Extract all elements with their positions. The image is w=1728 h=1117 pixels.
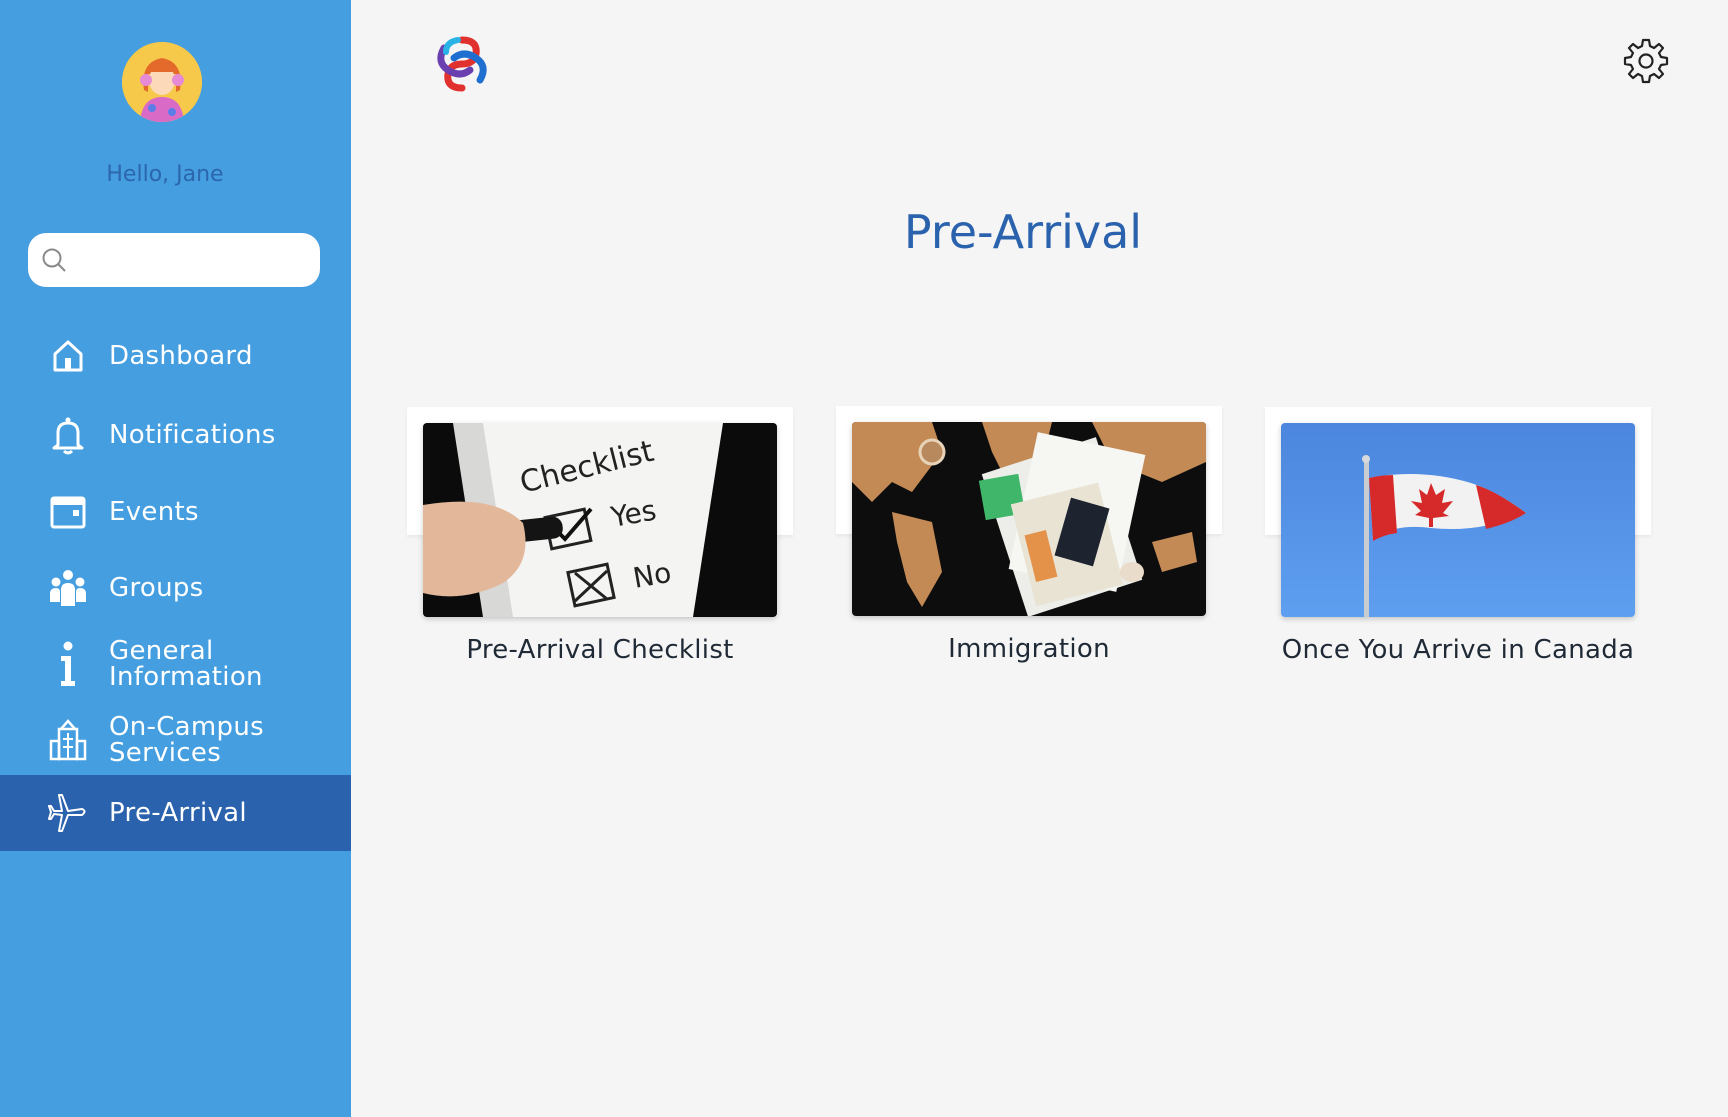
sidebar-item-label: On-Campus Services bbox=[109, 712, 264, 768]
sidebar-item-events[interactable]: Events bbox=[0, 487, 351, 537]
sidebar-item-label: Events bbox=[109, 497, 199, 527]
card-once-you-arrive-in-canada[interactable]: Once You Arrive in Canada bbox=[1265, 407, 1651, 667]
sidebar-item-label: Dashboard bbox=[109, 341, 253, 371]
app-logo[interactable] bbox=[432, 34, 492, 94]
sidebar-item-groups[interactable]: Groups bbox=[0, 563, 351, 613]
passport-map-photo bbox=[852, 422, 1206, 616]
svg-text:No: No bbox=[630, 556, 673, 595]
people-icon bbox=[48, 568, 88, 608]
sidebar-item-label: General Information bbox=[109, 636, 263, 692]
sidebar-item-label: Notifications bbox=[109, 420, 276, 450]
checklist-photo: Checklist Yes No bbox=[423, 423, 777, 617]
sidebar-item-general-information[interactable]: General Information bbox=[0, 634, 351, 694]
card-immigration[interactable]: Immigration bbox=[836, 406, 1222, 667]
avatar[interactable] bbox=[122, 42, 202, 122]
sidebar-item-label: Pre-Arrival bbox=[109, 798, 247, 828]
card-caption: Pre-Arrival Checklist bbox=[466, 635, 734, 665]
search-input[interactable] bbox=[76, 239, 320, 281]
sidebar-item-on-campus-services[interactable]: On-Campus Services bbox=[0, 710, 351, 770]
card-pre-arrival-checklist[interactable]: Checklist Yes No Pre-Arrival Checklist bbox=[407, 407, 793, 667]
sidebar-item-label: Groups bbox=[109, 573, 204, 603]
sidebar-item-pre-arrival[interactable]: Pre-Arrival bbox=[0, 775, 351, 851]
settings-gear-icon[interactable] bbox=[1622, 37, 1670, 85]
calendar-icon bbox=[48, 492, 88, 532]
canada-flag-photo bbox=[1281, 423, 1635, 617]
info-icon bbox=[48, 639, 88, 689]
building-icon bbox=[48, 719, 88, 761]
airplane-icon bbox=[48, 793, 88, 833]
card-caption: Once You Arrive in Canada bbox=[1281, 635, 1635, 665]
home-icon bbox=[48, 336, 88, 376]
card-caption: Immigration bbox=[948, 634, 1110, 664]
page-title: Pre-Arrival bbox=[903, 205, 1143, 259]
greeting: Hello, Jane bbox=[106, 162, 224, 187]
search-icon bbox=[42, 248, 66, 272]
sidebar: Hello, Jane Dashboard Notifications Even… bbox=[0, 0, 351, 1117]
bell-icon bbox=[48, 415, 88, 455]
search-box[interactable] bbox=[28, 233, 320, 287]
sidebar-item-notifications[interactable]: Notifications bbox=[0, 410, 351, 460]
sidebar-item-dashboard[interactable]: Dashboard bbox=[0, 331, 351, 381]
